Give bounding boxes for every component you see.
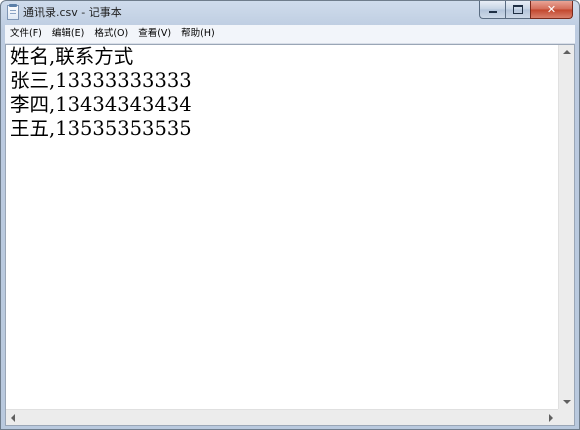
close-icon: ✕: [546, 3, 557, 16]
scrollbar-corner: [558, 409, 574, 425]
text-editor[interactable]: 姓名,联系方式 张三,13333333333 李四,13434343434 王五…: [5, 44, 575, 426]
menu-file[interactable]: 文件(F): [5, 25, 47, 43]
menu-edit[interactable]: 编辑(E): [47, 25, 89, 43]
maximize-icon: [513, 5, 523, 14]
notepad-window: 通讯录.csv - 记事本 ✕ 文件(F) 编辑(E) 格式(O) 查看(V) …: [0, 0, 580, 430]
scroll-up-icon[interactable]: [563, 50, 571, 54]
close-button[interactable]: ✕: [530, 1, 573, 19]
vertical-scrollbar[interactable]: [558, 45, 574, 409]
scroll-right-icon[interactable]: [549, 414, 553, 422]
horizontal-scrollbar[interactable]: [6, 409, 558, 425]
caption-buttons: ✕: [479, 1, 573, 20]
maximize-button[interactable]: [505, 1, 530, 19]
window-title: 通讯录.csv - 记事本: [23, 6, 122, 19]
minimize-icon: [488, 11, 497, 13]
scroll-down-icon[interactable]: [563, 400, 571, 404]
menu-help[interactable]: 帮助(H): [176, 25, 220, 43]
title-bar[interactable]: 通讯录.csv - 记事本 ✕: [1, 1, 579, 25]
menu-view[interactable]: 查看(V): [133, 25, 176, 43]
text-line: 张三,13333333333: [10, 69, 192, 92]
text-line: 李四,13434343434: [10, 93, 192, 116]
text-area[interactable]: 姓名,联系方式 张三,13333333333 李四,13434343434 王五…: [6, 45, 558, 409]
scroll-left-icon[interactable]: [11, 414, 15, 422]
text-line-header: 姓名,联系方式: [10, 45, 134, 68]
minimize-button[interactable]: [479, 1, 505, 19]
text-line: 王五,13535353535: [10, 117, 192, 140]
menu-format[interactable]: 格式(O): [89, 25, 133, 43]
menu-bar: 文件(F) 编辑(E) 格式(O) 查看(V) 帮助(H): [5, 25, 575, 44]
notepad-icon[interactable]: [7, 4, 19, 20]
